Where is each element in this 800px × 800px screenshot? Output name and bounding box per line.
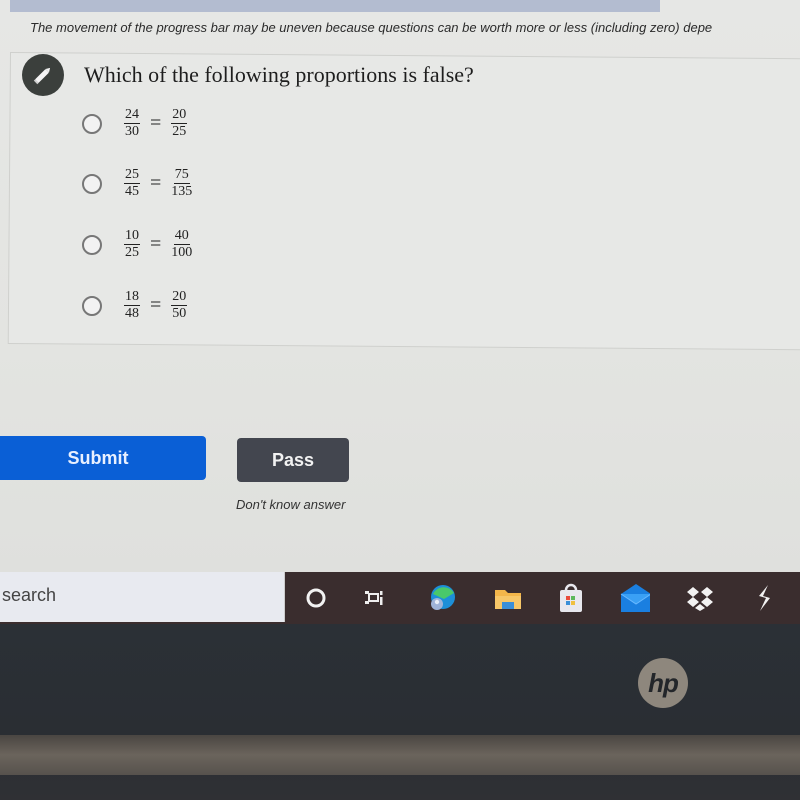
pass-button[interactable]: Pass bbox=[237, 438, 349, 482]
equals-sign: = bbox=[150, 294, 162, 316]
submit-button[interactable]: Submit bbox=[0, 436, 206, 480]
equals-sign: = bbox=[150, 172, 162, 194]
store-icon[interactable] bbox=[555, 582, 587, 614]
radio-button[interactable] bbox=[82, 234, 102, 255]
search-placeholder: search bbox=[2, 585, 57, 605]
equals-sign: = bbox=[150, 233, 162, 255]
progress-bar bbox=[10, 0, 660, 12]
progress-notice: The movement of the progress bar may be … bbox=[30, 20, 713, 35]
pass-hint: Don't know answer bbox=[236, 497, 346, 512]
hp-logo: hp bbox=[638, 658, 688, 708]
task-view-icon[interactable] bbox=[358, 582, 390, 614]
edge-icon[interactable] bbox=[426, 582, 458, 614]
app-icon[interactable] bbox=[748, 582, 780, 614]
left-fraction: 10 25 bbox=[124, 228, 140, 260]
answer-option[interactable]: 10 25 = 40 100 bbox=[82, 229, 192, 260]
equals-sign: = bbox=[150, 112, 162, 134]
radio-button[interactable] bbox=[82, 173, 102, 194]
right-fraction: 20 50 bbox=[171, 289, 188, 321]
answer-option[interactable]: 18 48 = 20 50 bbox=[82, 289, 188, 321]
browser-viewport: The movement of the progress bar may be … bbox=[0, 0, 800, 574]
dropbox-icon[interactable] bbox=[684, 582, 716, 614]
radio-button[interactable] bbox=[82, 295, 102, 316]
left-fraction: 25 45 bbox=[124, 167, 140, 199]
cortana-icon[interactable] bbox=[300, 582, 332, 614]
left-fraction: 24 30 bbox=[124, 107, 140, 139]
taskbar: search bbox=[0, 572, 800, 624]
answer-option[interactable]: 24 30 = 20 25 bbox=[82, 107, 188, 139]
mail-icon[interactable] bbox=[618, 582, 650, 614]
question-text: Which of the following proportions is fa… bbox=[84, 62, 474, 87]
left-fraction: 18 48 bbox=[124, 289, 140, 321]
right-fraction: 40 100 bbox=[171, 228, 193, 260]
right-fraction: 20 25 bbox=[171, 107, 188, 139]
answer-option[interactable]: 25 45 = 75 135 bbox=[82, 168, 192, 199]
laptop-hinge bbox=[0, 735, 800, 775]
pencil-icon bbox=[22, 54, 64, 96]
taskbar-search-box[interactable]: search bbox=[0, 572, 285, 622]
right-fraction: 75 135 bbox=[171, 167, 193, 199]
file-explorer-icon[interactable] bbox=[492, 582, 524, 614]
radio-button[interactable] bbox=[82, 113, 102, 134]
